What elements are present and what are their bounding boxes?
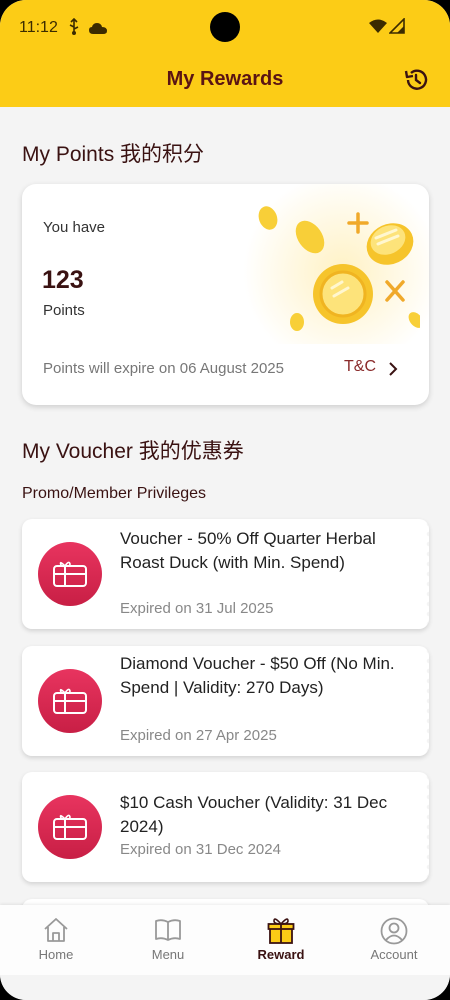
points-card[interactable]: You have 123 Points Points will expire o… (22, 184, 429, 405)
voucher-perforation (423, 646, 429, 756)
voucher-expiry: Expired on 27 Apr 2025 (120, 727, 277, 744)
coins-illustration (258, 206, 420, 331)
nav-account-label: Account (370, 947, 418, 962)
tc-link[interactable]: T&C (344, 358, 376, 376)
voucher-expiry: Expired on 31 Dec 2024 (120, 841, 281, 858)
voucher-gift-icon (38, 669, 102, 733)
voucher-title: Diamond Voucher - $50 Off (No Min. Spend… (120, 654, 395, 697)
voucher-expiry: Expired on 31 Jul 2025 (120, 600, 274, 617)
home-icon (44, 918, 68, 942)
voucher-category-label: Promo/Member Privileges (22, 485, 207, 502)
voucher-title: $10 Cash Voucher (Validity: 31 Dec 2024) (120, 793, 388, 836)
voucher-card[interactable]: Voucher - 50% Off Quarter Herbal Roast D… (22, 519, 429, 629)
status-bar: 11:12 (0, 0, 450, 56)
system-nav-bar (0, 975, 450, 1000)
account-icon (380, 917, 408, 945)
voucher-title: Voucher - 50% Off Quarter Herbal Roast D… (120, 529, 376, 572)
history-icon[interactable] (403, 67, 429, 93)
nav-reward[interactable]: Reward (225, 905, 337, 975)
points-expiry-text: Points will expire on 06 August 2025 (43, 360, 284, 377)
nav-home-label: Home (38, 947, 74, 962)
gift-icon (267, 918, 295, 944)
voucher-gift-icon (38, 795, 102, 859)
signal-icon (388, 17, 405, 39)
page-title: My Rewards (166, 68, 284, 90)
cloud-icon (89, 21, 107, 39)
usb-icon (68, 17, 80, 41)
voucher-card[interactable]: $10 Cash Voucher (Validity: 31 Dec 2024)… (22, 772, 429, 882)
app-screen: 11:12 My Rewards My Points 我的积分 You have… (0, 0, 450, 1000)
voucher-gift-icon (38, 542, 102, 606)
menu-book-icon (155, 919, 181, 941)
nav-reward-label: Reward (257, 947, 305, 962)
voucher-perforation (423, 519, 429, 629)
voucher-card[interactable]: Diamond Voucher - $50 Off (No Min. Spend… (22, 646, 429, 756)
nav-account[interactable]: Account (338, 905, 450, 975)
status-time: 11:12 (19, 19, 58, 36)
points-unit-label: Points (43, 302, 85, 319)
voucher-perforation (423, 772, 429, 882)
points-value: 123 (42, 266, 84, 294)
chevron-right-icon[interactable] (386, 361, 400, 377)
header-bar: 11:12 My Rewards (0, 0, 450, 107)
nav-menu[interactable]: Menu (112, 905, 224, 975)
voucher-section-title: My Voucher 我的优惠券 (22, 440, 244, 463)
you-have-label: You have (43, 219, 106, 236)
points-section-title: My Points 我的积分 (22, 143, 205, 166)
nav-menu-label: Menu (151, 947, 185, 962)
front-camera (210, 12, 240, 42)
wifi-icon (369, 19, 387, 38)
nav-home[interactable]: Home (0, 905, 112, 975)
bottom-nav: Home Menu Reward Account (0, 905, 450, 975)
